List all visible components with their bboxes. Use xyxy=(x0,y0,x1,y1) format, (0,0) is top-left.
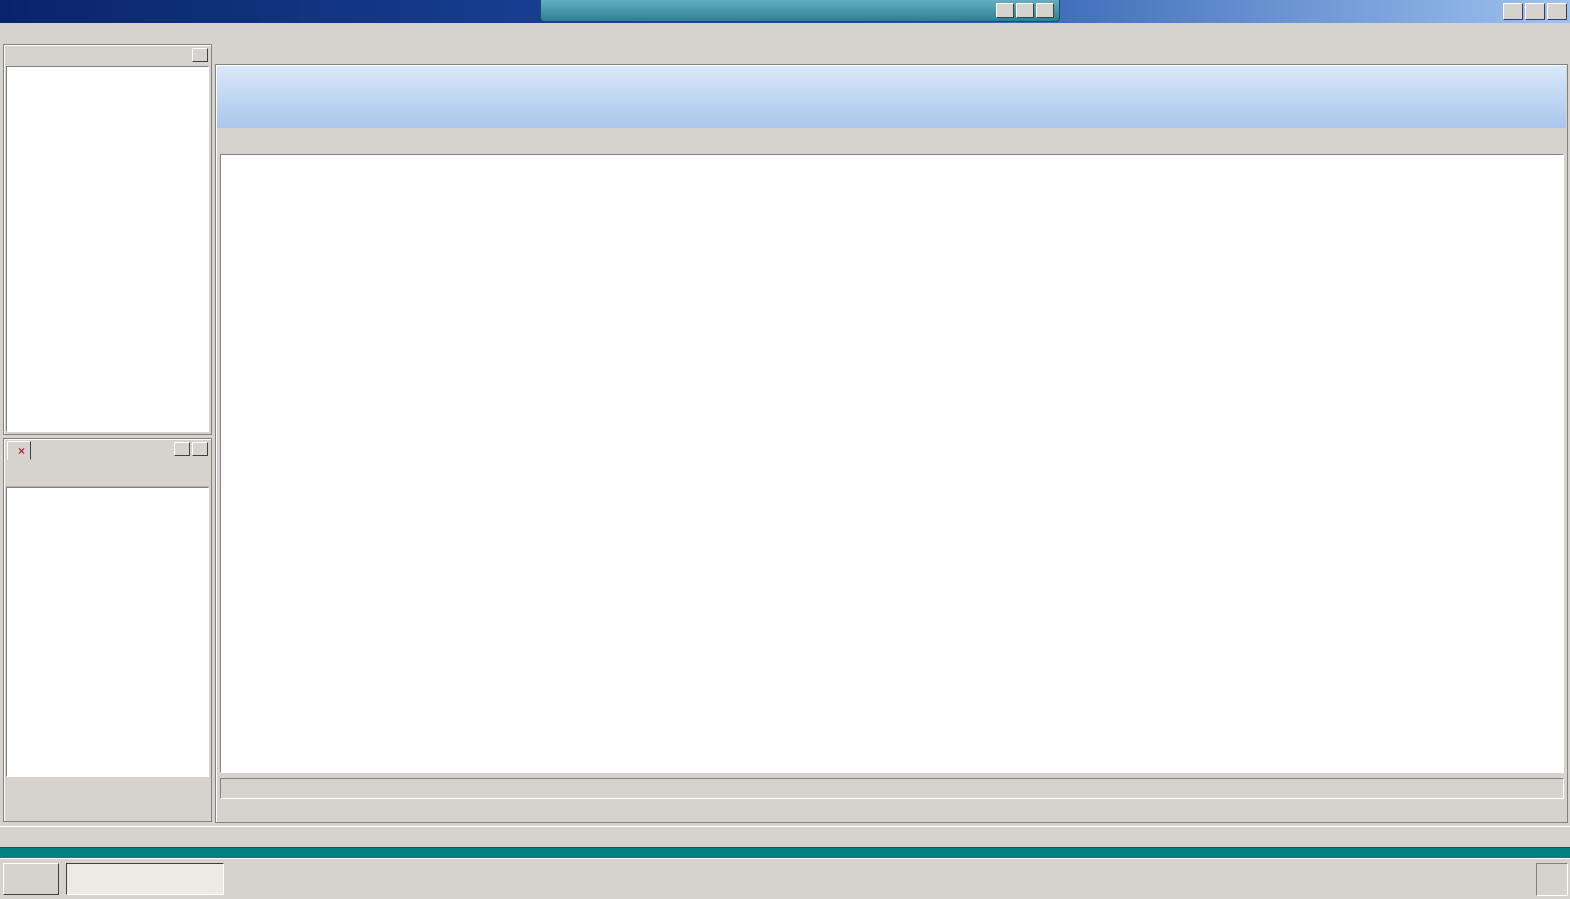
sidebar-header xyxy=(4,45,211,64)
task-app-icon xyxy=(72,872,86,886)
booking-tab-close-icon[interactable]: × xyxy=(18,445,25,457)
restore-icon xyxy=(1020,6,1030,16)
rdp-close-button[interactable] xyxy=(1036,3,1054,18)
search-time-status xyxy=(220,778,1564,799)
collapse-icon xyxy=(177,444,187,454)
booking-collapse-button[interactable] xyxy=(174,442,190,456)
menu-bar xyxy=(0,23,1570,42)
restore-icon xyxy=(195,444,205,454)
maximize-button[interactable] xyxy=(1525,3,1545,20)
taskbar xyxy=(0,858,1570,899)
close-button[interactable] xyxy=(1547,3,1567,20)
main-panel xyxy=(215,64,1568,823)
system-tray xyxy=(1536,863,1568,896)
lock-icon xyxy=(560,4,574,18)
booking-toolbar xyxy=(6,462,209,487)
sidebar-panel xyxy=(3,44,212,435)
booking-contents-header: × xyxy=(4,439,211,461)
booking-contents-tab[interactable]: × xyxy=(7,441,32,460)
results-header xyxy=(217,66,1566,128)
close-icon xyxy=(1040,6,1050,16)
booking-float-button[interactable] xyxy=(192,442,208,456)
app-icon xyxy=(4,5,18,19)
rdp-connection-bar[interactable] xyxy=(540,0,1060,22)
window-controls xyxy=(1503,3,1567,20)
close-icon xyxy=(1552,7,1562,17)
collapse-icon xyxy=(195,50,205,60)
taskbar-task-button[interactable] xyxy=(66,863,224,895)
booking-contents-panel: × xyxy=(3,438,212,822)
results-grid xyxy=(220,154,1564,773)
rdp-minimize-button[interactable] xyxy=(996,3,1014,18)
start-button[interactable] xyxy=(3,863,59,895)
windows-logo-icon xyxy=(8,872,22,886)
minimize-button[interactable] xyxy=(1503,3,1523,20)
rdp-controls xyxy=(996,3,1054,18)
app-window: × xyxy=(0,0,1570,848)
rdp-restore-button[interactable] xyxy=(1016,3,1034,18)
minimize-icon xyxy=(1508,7,1518,17)
sidebar-collapse-button[interactable] xyxy=(192,48,208,62)
app-status-bar xyxy=(0,826,1570,847)
building-icon xyxy=(228,75,264,119)
sidebar-tree xyxy=(6,66,209,432)
booking-list xyxy=(6,487,209,777)
maximize-icon xyxy=(1530,7,1540,17)
header-actions xyxy=(1564,66,1566,128)
booking-panel-controls xyxy=(174,442,208,456)
pin-icon[interactable] xyxy=(546,4,560,18)
minimize-icon xyxy=(1000,6,1010,16)
